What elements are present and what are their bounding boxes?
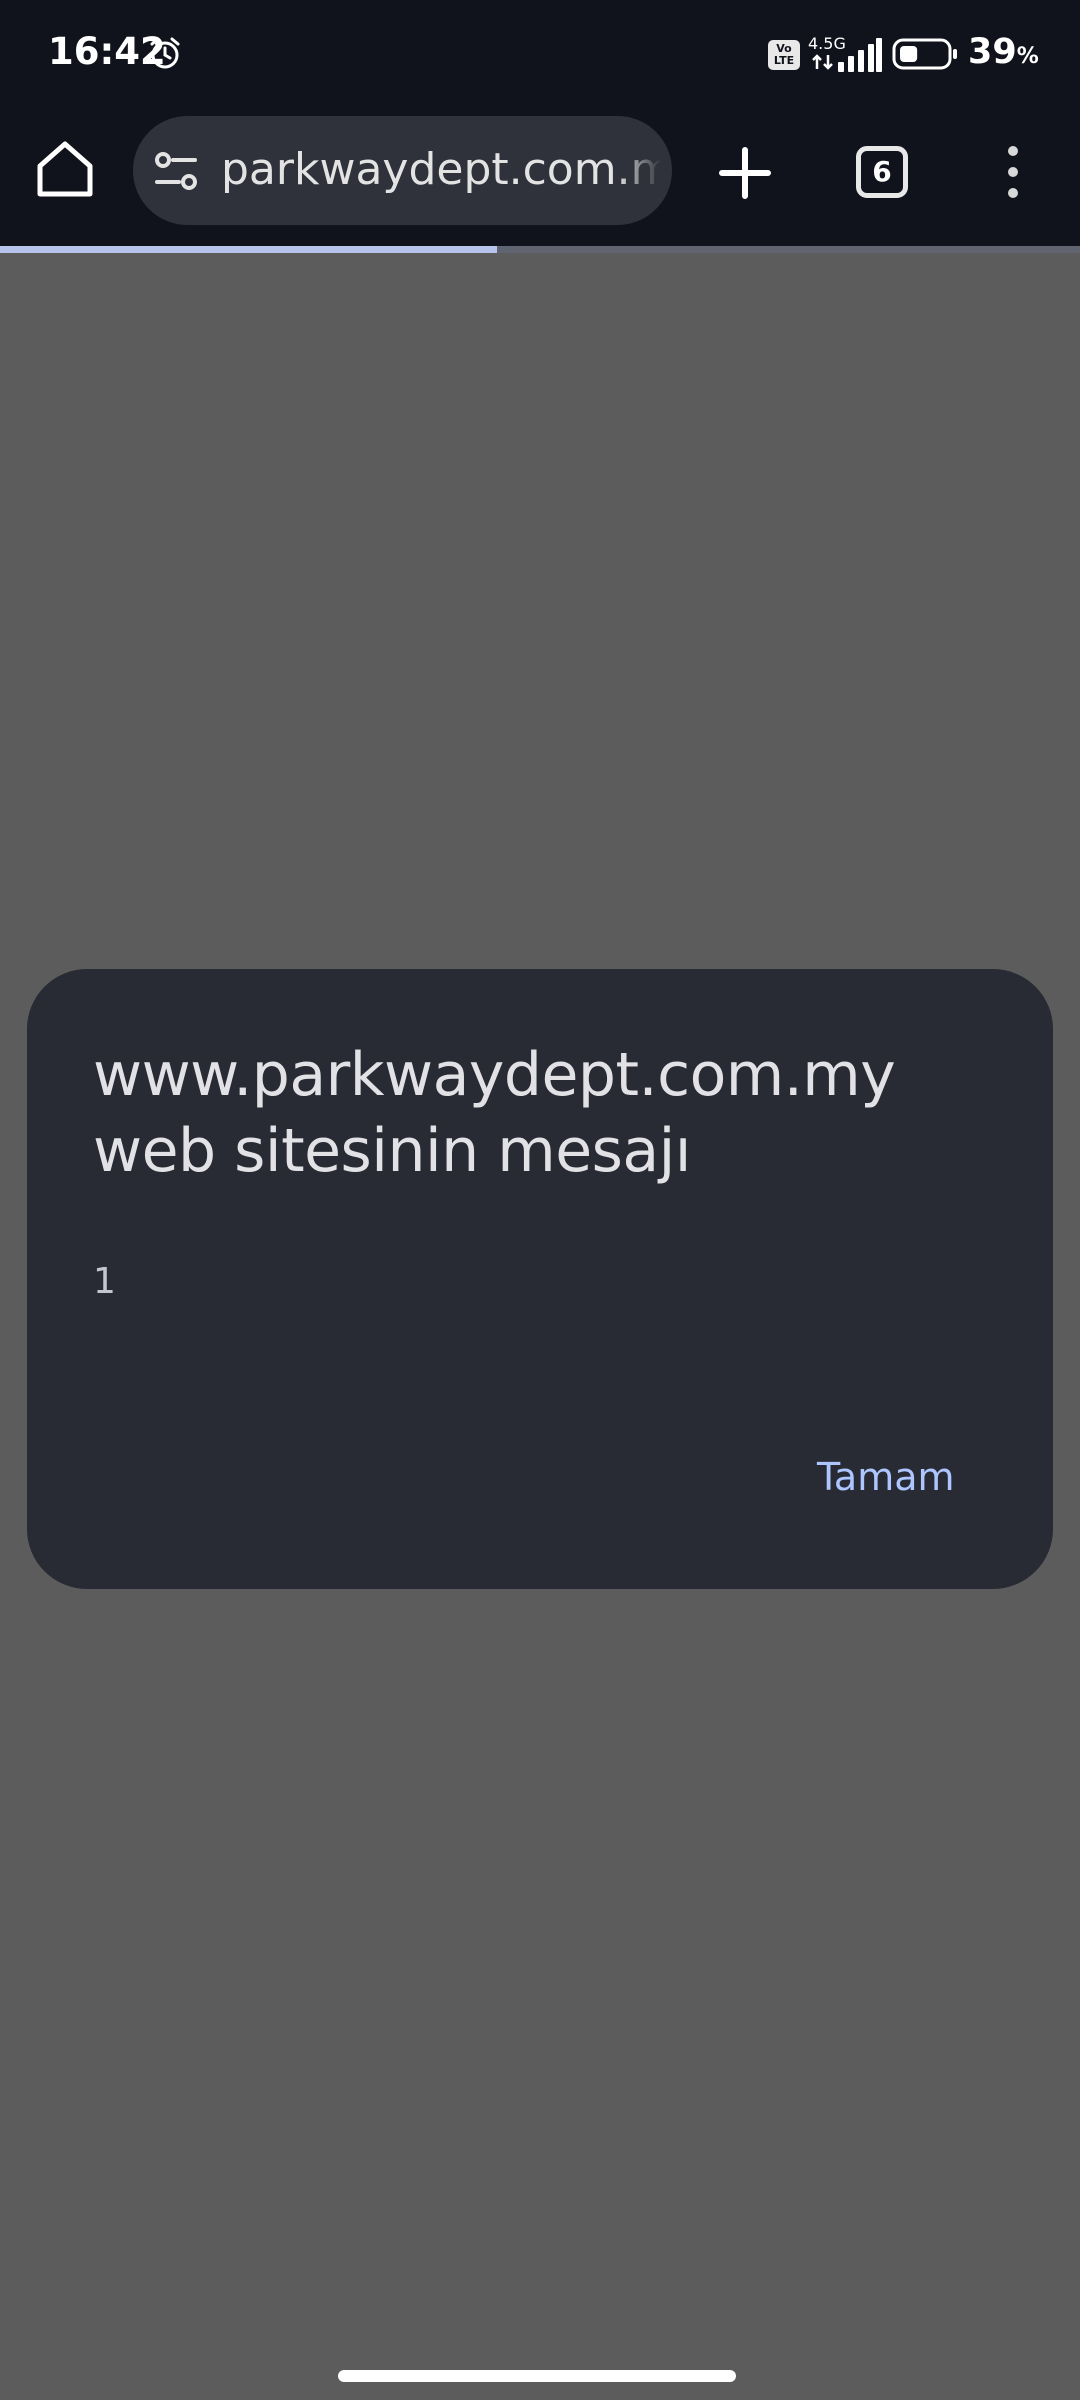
more-options-icon[interactable] xyxy=(998,144,1028,200)
address-bar[interactable]: parkwaydept.com.my/ xyxy=(133,116,672,225)
url-text[interactable]: parkwaydept.com.my/ xyxy=(221,144,661,195)
dialog-title: www.parkwaydept.com.my web sitesinin mes… xyxy=(93,1040,896,1186)
home-button[interactable] xyxy=(34,138,96,200)
alarm-clock-icon xyxy=(150,37,180,69)
volte-icon: Vo LTE xyxy=(768,40,800,70)
browser-top-bar: 16:42 Vo LTE 4.5G 39% parkwaydept.com.my… xyxy=(0,0,1080,248)
site-settings-icon[interactable] xyxy=(153,148,199,194)
new-tab-plus-icon[interactable] xyxy=(712,140,778,206)
page-load-progress-bar xyxy=(0,246,1080,253)
cellular-signal-icon xyxy=(838,38,882,72)
dialog-ok-button[interactable]: Tamam xyxy=(797,1445,975,1509)
dialog-message: 1 xyxy=(93,1261,116,1302)
battery-percentage: 39% xyxy=(968,32,1039,72)
tab-switcher-button[interactable]: 6 xyxy=(856,146,908,198)
javascript-alert-dialog: www.parkwaydept.com.my web sitesinin mes… xyxy=(27,969,1053,1589)
gesture-home-indicator[interactable] xyxy=(338,2370,736,2382)
data-transfer-arrows-icon xyxy=(812,54,833,70)
battery-icon xyxy=(892,38,957,70)
page-load-progress-fill xyxy=(0,246,497,253)
